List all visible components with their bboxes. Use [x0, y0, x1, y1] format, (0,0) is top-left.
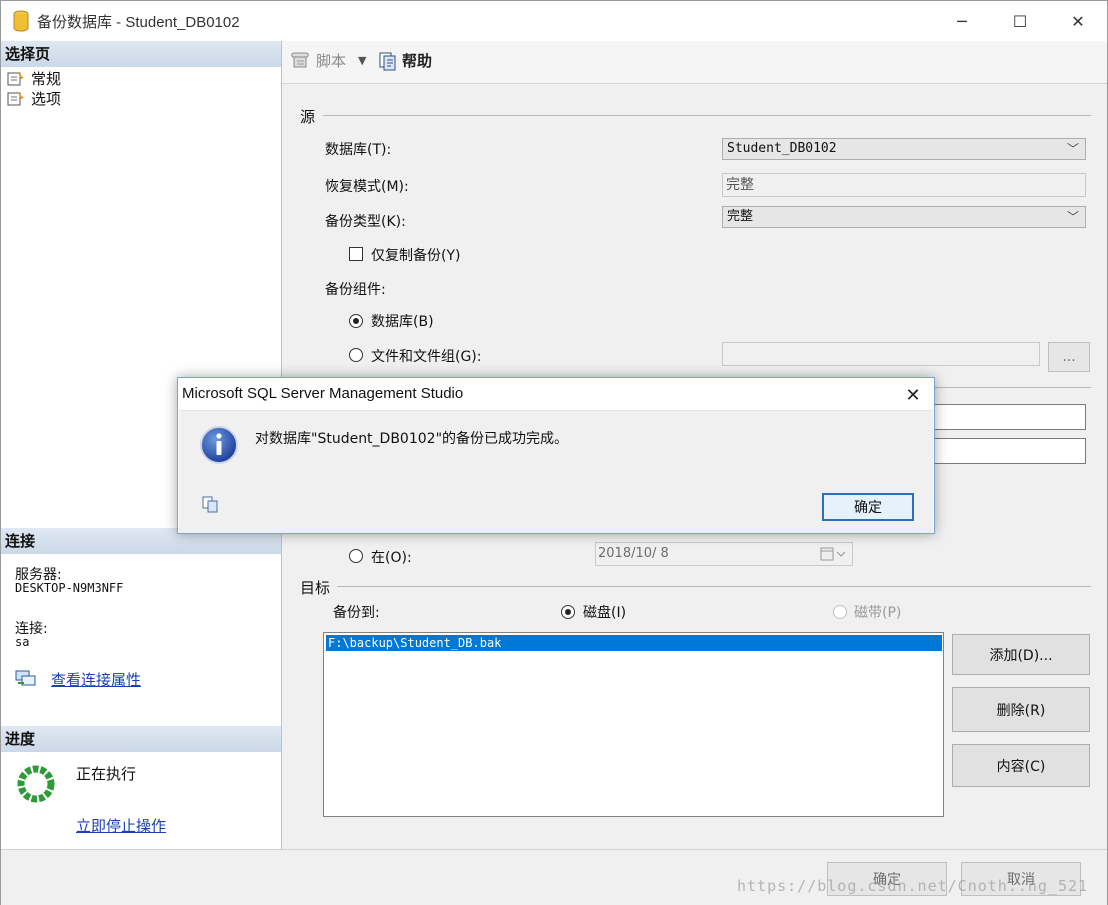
- database-select-value: Student_DB0102: [727, 141, 837, 156]
- backup-database-window: 备份数据库 - Student_DB0102 ─ ☐ ✕ 选择页 常规 选项 连…: [0, 0, 1108, 905]
- calendar-icon: [820, 547, 846, 561]
- expire-on-radio[interactable]: [349, 549, 363, 563]
- window-title: 备份数据库 - Student_DB0102: [37, 14, 240, 31]
- destination-group-label: 目标: [300, 579, 331, 597]
- dialog-close-button[interactable]: ✕: [896, 382, 930, 408]
- database-icon: [13, 10, 29, 32]
- server-value: DESKTOP-N9M3NFF: [15, 581, 124, 595]
- files-filegroups-field: [722, 342, 1040, 366]
- copy-only-checkbox[interactable]: [349, 247, 363, 261]
- remove-destination-button[interactable]: 删除(R): [952, 687, 1090, 732]
- destination-list[interactable]: F:\backup\Student_DB.bak: [323, 632, 944, 817]
- progress-status: 正在执行: [76, 765, 137, 783]
- view-connection-properties-link[interactable]: 查看连接属性: [51, 669, 141, 690]
- source-group-divider: [323, 115, 1091, 116]
- component-files-radio[interactable]: [349, 348, 363, 362]
- add-destination-button[interactable]: 添加(D)...: [952, 634, 1090, 675]
- script-dropdown-arrow-icon[interactable]: ▼: [358, 54, 366, 67]
- chevron-down-icon: ﹀: [1066, 210, 1079, 224]
- progress-spinner-icon: [17, 765, 55, 803]
- select-page-header: 选择页: [1, 41, 281, 67]
- copy-icon[interactable]: [201, 495, 223, 515]
- toolbar: 脚本 ▼ 帮助: [282, 41, 1107, 84]
- connection-value: sa: [15, 635, 30, 649]
- backup-to-disk-radio[interactable]: [561, 605, 575, 619]
- maximize-button[interactable]: ☐: [991, 1, 1049, 41]
- script-button[interactable]: 脚本: [290, 50, 346, 71]
- dialog-body: 对数据库"Student_DB0102"的备份已成功完成。: [179, 410, 933, 480]
- information-icon: [200, 426, 238, 464]
- page-item-label: 选项: [31, 89, 62, 108]
- backup-to-disk-label: 磁盘(I): [583, 605, 627, 621]
- backup-type-select-value: 完整: [727, 209, 754, 224]
- expire-date-picker[interactable]: 2018/10/ 8: [595, 542, 853, 566]
- connection-properties-icon: [15, 670, 36, 686]
- backup-type-select[interactable]: 完整 ﹀: [722, 206, 1086, 228]
- component-database-label: 数据库(B): [371, 314, 434, 330]
- source-group-label: 源: [300, 108, 316, 126]
- dialog-footer-area: 确定: [179, 479, 933, 533]
- minimize-button[interactable]: ─: [933, 1, 991, 41]
- page-item-label: 常规: [31, 69, 62, 88]
- backup-to-tape-label: 磁带(P): [854, 605, 902, 621]
- component-files-label: 文件和文件组(G):: [371, 349, 482, 365]
- browse-files-button[interactable]: ...: [1048, 342, 1090, 372]
- title-bar[interactable]: 备份数据库 - Student_DB0102 ─ ☐ ✕: [1, 1, 1107, 42]
- help-button[interactable]: 帮助: [378, 50, 432, 71]
- dialog-ok-button[interactable]: 确定: [822, 493, 914, 521]
- watermark-text: https://blog.csdn.net/Cnoth..ng_521: [737, 877, 1089, 895]
- help-label: 帮助: [402, 52, 433, 70]
- expire-on-label: 在(O):: [371, 550, 412, 566]
- backup-component-label: 备份组件:: [325, 282, 386, 298]
- chevron-down-icon: ﹀: [1066, 142, 1079, 156]
- page-item-general[interactable]: 常规: [7, 68, 61, 88]
- list-item[interactable]: F:\backup\Student_DB.bak: [326, 635, 942, 651]
- page-icon: [7, 91, 24, 106]
- destination-group-divider: [337, 586, 1091, 587]
- database-select[interactable]: Student_DB0102 ﹀: [722, 138, 1086, 160]
- script-label: 脚本: [316, 52, 347, 70]
- copy-only-label: 仅复制备份(Y): [371, 248, 461, 264]
- close-button[interactable]: ✕: [1049, 1, 1107, 41]
- contents-button[interactable]: 内容(C): [952, 744, 1090, 787]
- recovery-model-label: 恢复模式(M):: [325, 179, 409, 195]
- page-item-options[interactable]: 选项: [7, 88, 61, 108]
- dialog-title: Microsoft SQL Server Management Studio: [182, 385, 464, 402]
- page-icon: [7, 71, 24, 86]
- backup-type-label: 备份类型(K):: [325, 214, 406, 230]
- help-icon: [379, 52, 396, 70]
- expire-date-value: 2018/10/ 8: [598, 546, 669, 561]
- script-icon: [291, 52, 309, 67]
- message-dialog: Microsoft SQL Server Management Studio ✕…: [177, 377, 935, 534]
- component-database-radio[interactable]: [349, 314, 363, 328]
- dialog-message: 对数据库"Student_DB0102"的备份已成功完成。: [255, 431, 569, 447]
- backup-to-tape-radio[interactable]: [833, 605, 847, 619]
- recovery-model-field: 完整: [722, 173, 1086, 197]
- database-label: 数据库(T):: [325, 142, 392, 158]
- backup-to-label: 备份到:: [333, 605, 380, 621]
- stop-operation-link[interactable]: 立即停止操作: [76, 815, 166, 836]
- progress-header: 进度: [1, 726, 281, 752]
